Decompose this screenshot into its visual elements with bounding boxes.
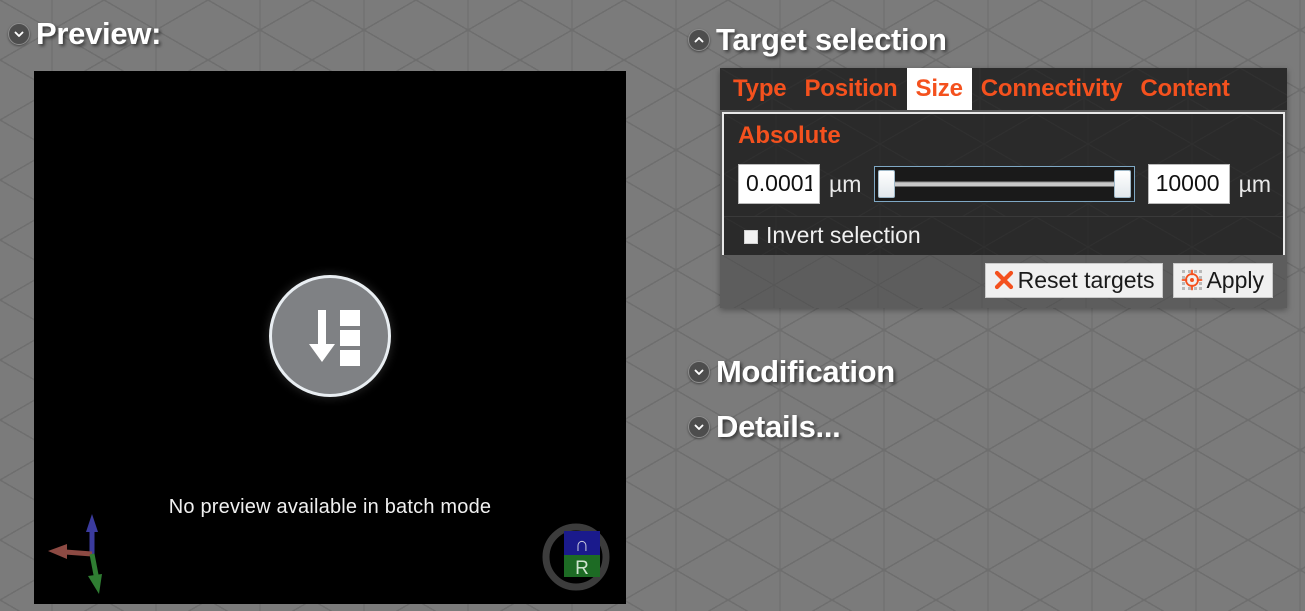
- section-header-preview[interactable]: Preview:: [8, 18, 161, 49]
- batch-sort-down-icon: [269, 275, 391, 397]
- panel-footer: Reset targets Apply: [722, 255, 1285, 308]
- size-max-unit-label: µm: [1238, 170, 1271, 197]
- slider-track: [893, 181, 1116, 187]
- red-x-icon: [992, 268, 1016, 292]
- application-window: Preview: No preview available in batch m…: [0, 0, 1305, 611]
- preview-viewport-3d[interactable]: No preview available in batch mode ∩ R: [34, 71, 626, 604]
- navigation-cube-icon[interactable]: ∩ R: [538, 517, 614, 598]
- chevron-down-icon[interactable]: [688, 415, 710, 438]
- apply-label: Apply: [1206, 266, 1264, 293]
- size-min-unit-label: µm: [829, 170, 862, 197]
- chevron-down-icon[interactable]: [688, 360, 710, 383]
- tab-strip: Type Position Size Connectivity Content: [720, 68, 1287, 110]
- slider-handle-min[interactable]: [878, 170, 896, 198]
- target-selection-title: Target selection: [716, 22, 947, 57]
- chevron-up-icon[interactable]: [688, 28, 710, 51]
- page-title: Preview:: [36, 16, 162, 51]
- tab-content[interactable]: Content: [1131, 68, 1238, 110]
- section-header-details[interactable]: Details...: [688, 411, 841, 442]
- size-min-input[interactable]: [738, 164, 820, 204]
- chevron-down-icon[interactable]: [8, 22, 30, 45]
- group-title-absolute: Absolute: [738, 122, 841, 149]
- invert-selection-label: Invert selection: [766, 222, 921, 248]
- tab-connectivity[interactable]: Connectivity: [972, 68, 1132, 110]
- invert-selection-checkbox[interactable]: [744, 229, 758, 244]
- tab-position[interactable]: Position: [795, 68, 906, 110]
- modification-title: Modification: [716, 354, 895, 389]
- apply-button[interactable]: Apply: [1173, 263, 1273, 298]
- crosshair-target-icon: [1180, 268, 1204, 292]
- reset-targets-label: Reset targets: [1017, 266, 1155, 293]
- section-header-modification[interactable]: Modification: [688, 356, 895, 387]
- tab-size[interactable]: Size: [906, 68, 972, 110]
- svg-text:∩: ∩: [575, 534, 589, 556]
- details-title: Details...: [716, 409, 841, 444]
- section-header-target-selection[interactable]: Target selection: [688, 24, 947, 55]
- size-range-slider[interactable]: [874, 166, 1135, 202]
- tab-type[interactable]: Type: [724, 68, 795, 110]
- size-range-row: µm µm: [724, 156, 1283, 216]
- invert-selection-row[interactable]: Invert selection: [724, 216, 1283, 255]
- absolute-group: Absolute µm µm: [724, 114, 1283, 216]
- size-max-input[interactable]: [1147, 164, 1230, 204]
- svg-text:R: R: [575, 558, 589, 579]
- panel-body: Absolute µm µm: [720, 110, 1287, 308]
- reset-targets-button[interactable]: Reset targets: [984, 263, 1164, 298]
- size-tab-content: Absolute µm µm: [722, 112, 1285, 255]
- slider-handle-max[interactable]: [1113, 170, 1131, 198]
- axis-triad-icon: [40, 502, 150, 602]
- target-selection-panel: Type Position Size Connectivity Content …: [720, 68, 1287, 308]
